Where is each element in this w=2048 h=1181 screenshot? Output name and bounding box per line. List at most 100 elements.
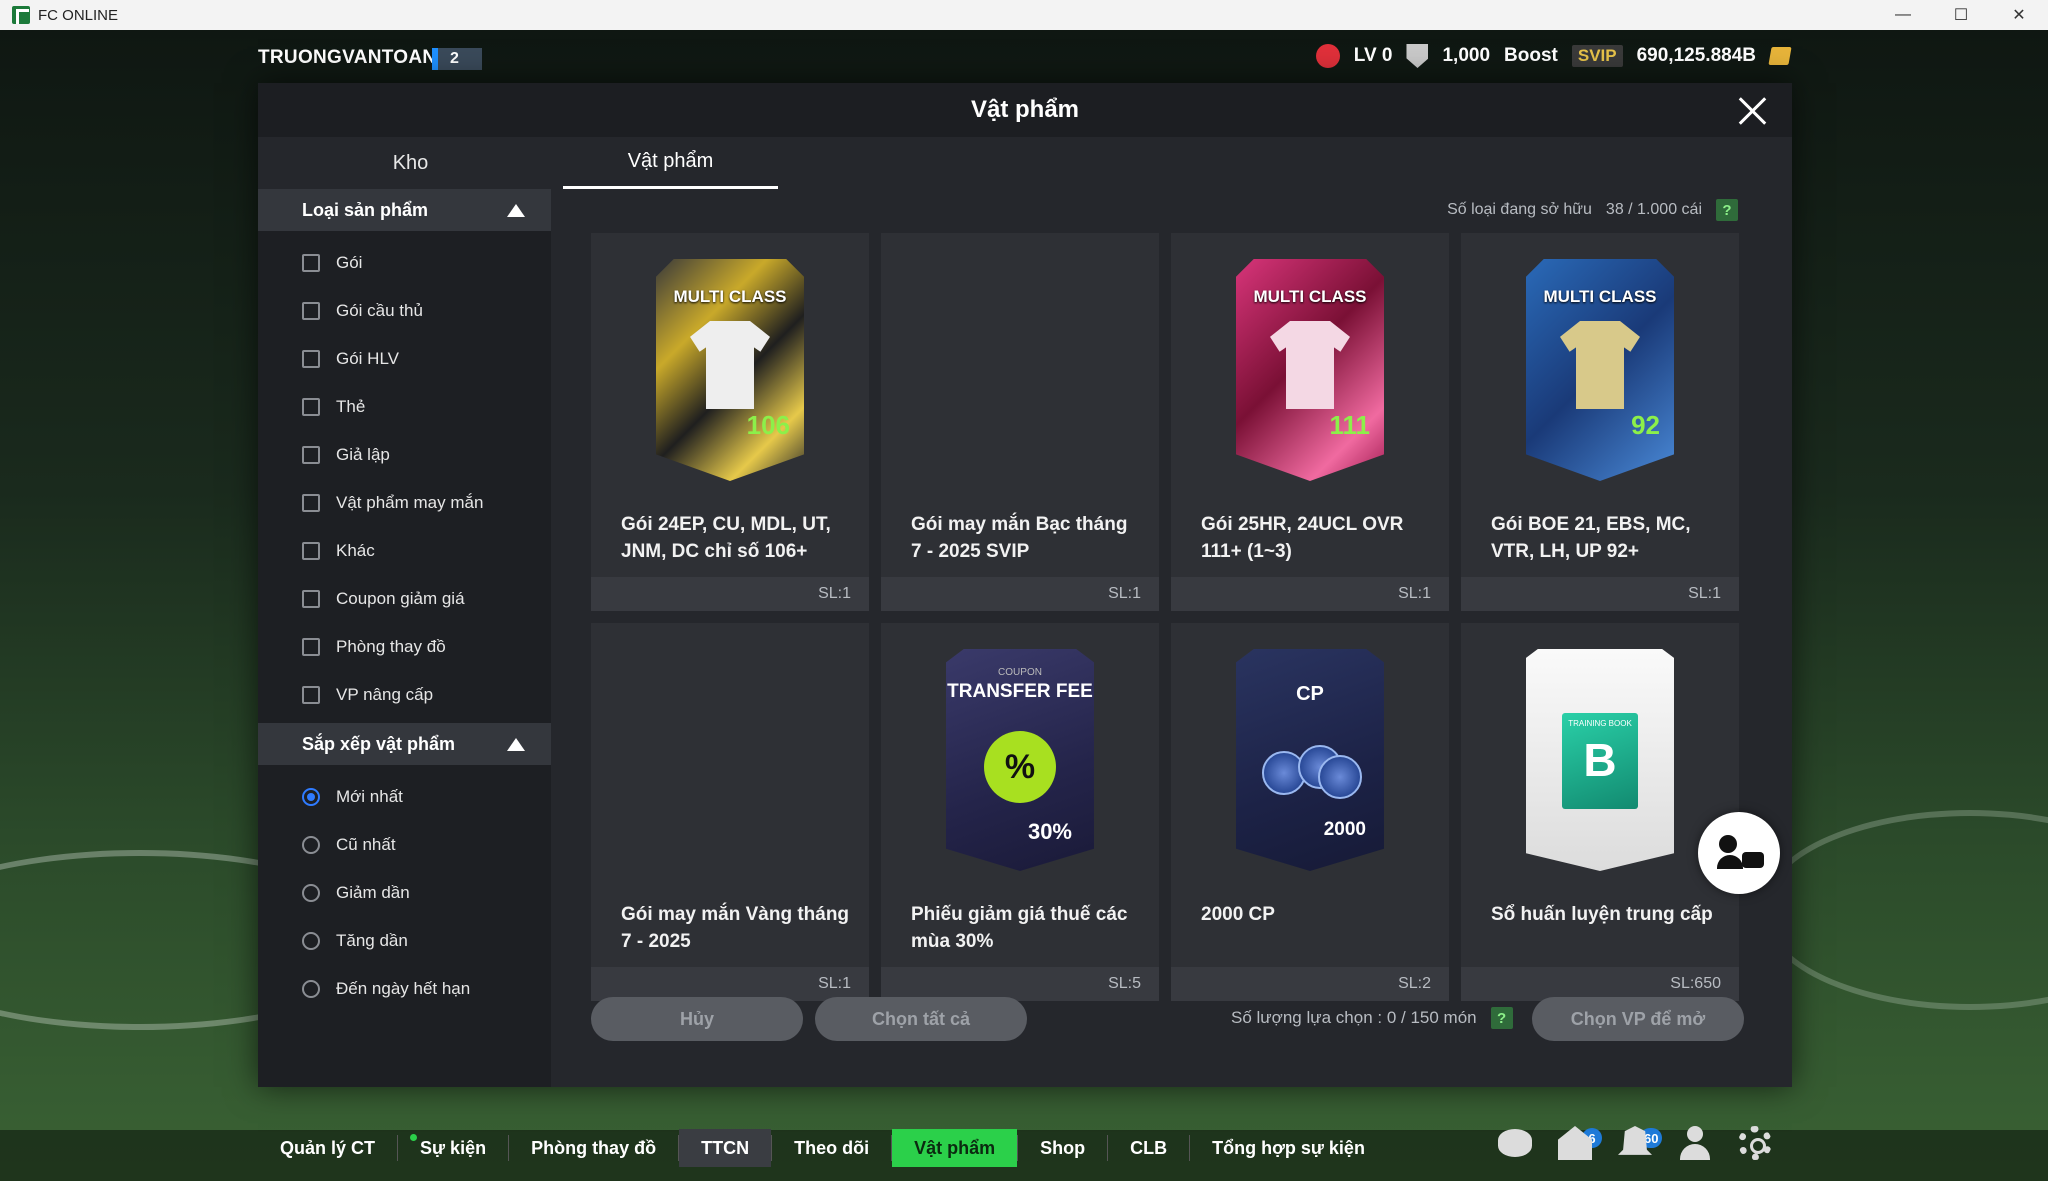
checkbox[interactable] — [302, 638, 320, 656]
minimize-button[interactable]: — — [1874, 0, 1932, 30]
select-all-button[interactable]: Chọn tất cả — [815, 997, 1027, 1041]
nav-vat-pham[interactable]: Vật phẩm — [892, 1129, 1018, 1167]
dialog-body: Kho Vật phẩm Loại sản phẩm Gói Gói cầu t… — [258, 137, 1792, 1087]
item-qty: SL:1 — [591, 967, 869, 1001]
filter-label: Vật phẩm may mắn — [336, 493, 484, 512]
bottom-navigation: Quản lý CT Sự kiện Phòng thay đồ TTCN Th… — [258, 1120, 1792, 1176]
checkbox[interactable] — [302, 494, 320, 512]
filter-the[interactable]: Thẻ — [258, 383, 551, 431]
help-icon[interactable]: ? — [1716, 199, 1738, 221]
level-icon — [1315, 44, 1340, 68]
item-art: MULTI CLASS 111 — [1236, 259, 1384, 481]
sort-newest[interactable]: Mới nhất — [258, 773, 551, 821]
collapse-triangle-icon[interactable] — [507, 738, 525, 751]
cp-card: CP 2000 — [1236, 649, 1384, 871]
nav-clb[interactable]: CLB — [1108, 1129, 1189, 1167]
filter-label: Phòng thay đồ — [336, 637, 446, 656]
filter-coupon[interactable]: Coupon giảm giá — [258, 575, 551, 623]
cancel-button[interactable]: Hủy — [591, 997, 803, 1041]
nav-phong-thay-do[interactable]: Phòng thay đồ — [509, 1129, 678, 1167]
filter-goi-cau-thu[interactable]: Gói cầu thủ — [258, 287, 551, 335]
filter-khac[interactable]: Khác — [258, 527, 551, 575]
sort-descending[interactable]: Giảm dần — [258, 869, 551, 917]
sort-header[interactable]: Sắp xếp vật phẩm — [258, 723, 551, 765]
radio[interactable] — [302, 932, 320, 950]
item-card[interactable]: MULTI CLASS 92 Gói BOE 21, EBS, MC, VTR,… — [1461, 233, 1739, 611]
item-art: MULTI CLASS 106 — [656, 259, 804, 481]
checkbox[interactable] — [302, 446, 320, 464]
product-type-list: Gói Gói cầu thủ Gói HLV Thẻ Giả lập Vật … — [258, 231, 551, 723]
filter-goi[interactable]: Gói — [258, 239, 551, 287]
radio[interactable] — [302, 884, 320, 902]
nav-theo-doi[interactable]: Theo dõi — [772, 1129, 891, 1167]
bell-icon[interactable] — [1618, 1126, 1652, 1155]
nav-quan-ly-ct[interactable]: Quản lý CT — [258, 1129, 397, 1167]
checkbox[interactable] — [302, 350, 320, 368]
radio[interactable] — [302, 836, 320, 854]
home-icon[interactable] — [1558, 1126, 1592, 1160]
filter-label: Coupon giảm giá — [336, 589, 465, 608]
checkbox[interactable] — [302, 302, 320, 320]
chat-icon[interactable] — [1498, 1129, 1532, 1157]
filter-goi-hlv[interactable]: Gói HLV — [258, 335, 551, 383]
filter-gia-lap[interactable]: Giả lập — [258, 431, 551, 479]
percent-icon: % — [984, 731, 1056, 803]
checkbox[interactable] — [302, 398, 320, 416]
product-type-header[interactable]: Loại sản phẩm — [258, 189, 551, 231]
nav-ttcn[interactable]: TTCN — [679, 1129, 772, 1167]
radio[interactable] — [302, 980, 320, 998]
coupon-label: TRANSFER FEE — [947, 681, 1093, 702]
owned-value: 38 / 1.000 cái — [1605, 201, 1702, 218]
item-card[interactable]: Gói may mắn Bạc tháng 7 - 2025 SVIP SL:1 — [881, 233, 1159, 611]
filter-phong-thay-do[interactable]: Phòng thay đồ — [258, 623, 551, 671]
card-ovr: 111 — [1329, 410, 1370, 440]
window-close-button[interactable]: ✕ — [1990, 0, 2048, 30]
tab-kho[interactable]: Kho — [258, 137, 563, 189]
tab-vat-pham[interactable]: Vật phẩm — [563, 137, 778, 189]
chat-bubble-icon — [1742, 852, 1764, 868]
collapse-triangle-icon[interactable] — [507, 204, 525, 217]
item-card[interactable]: Gói may mắn Vàng tháng 7 - 2025 SL:1 — [591, 623, 869, 1001]
nav-icon-group — [1498, 1126, 1772, 1160]
nav-label: Sự kiện — [420, 1137, 487, 1158]
coin-icon — [1768, 47, 1792, 65]
help-icon[interactable]: ? — [1490, 1007, 1513, 1029]
coupon-discount: 30% — [1027, 819, 1072, 844]
multiclass-card-blue: MULTI CLASS 92 — [1526, 259, 1674, 481]
checkbox[interactable] — [302, 590, 320, 608]
profile-icon[interactable] — [1678, 1126, 1712, 1160]
sort-ascending[interactable]: Tăng dần — [258, 917, 551, 965]
item-name: Phiếu giảm giá thuế các mùa 30% — [911, 904, 1128, 952]
coins-icon — [1258, 741, 1362, 799]
coin-value: 690,125.884B — [1636, 45, 1756, 66]
radio-selected[interactable] — [302, 788, 320, 806]
item-card[interactable]: TRAINING BOOK B Sổ huấn luyện trung cấp … — [1461, 623, 1739, 1001]
maximize-button[interactable]: ☐ — [1932, 0, 1990, 30]
item-card[interactable]: COUPON TRANSFER FEE % 30% Phiếu giảm giá… — [881, 623, 1159, 1001]
item-card[interactable]: CP 2000 2000 CP SL:2 — [1171, 623, 1449, 1001]
currency-stats: LV 0 1,000 Boost SVIP 690,125.884B — [1315, 44, 1792, 68]
nav-tong-hop-su-kien[interactable]: Tổng hợp sự kiện — [1190, 1129, 1387, 1167]
sort-oldest[interactable]: Cũ nhất — [258, 821, 551, 869]
sort-expiry[interactable]: Đến ngày hết hạn — [258, 965, 551, 1013]
checkbox[interactable] — [302, 686, 320, 704]
filter-vp-nang-cap[interactable]: VP nâng cấp — [258, 671, 551, 719]
support-chat-button[interactable] — [1698, 812, 1780, 894]
training-book-card: TRAINING BOOK B — [1526, 649, 1674, 871]
nav-shop[interactable]: Shop — [1018, 1129, 1107, 1167]
item-card[interactable]: MULTI CLASS 106 Gói 24EP, CU, MDL, UT, J… — [591, 233, 869, 611]
item-card[interactable]: MULTI CLASS 111 Gói 25HR, 24UCL OVR 111+… — [1171, 233, 1449, 611]
transfer-fee-coupon: COUPON TRANSFER FEE % 30% — [946, 649, 1094, 871]
section-title: Sắp xếp vật phẩm — [302, 733, 456, 754]
close-icon[interactable] — [1734, 91, 1772, 129]
action-bar: Hủy Chọn tất cả Số lượng lựa chọn : 0 / … — [591, 997, 1744, 1043]
checkbox[interactable] — [302, 254, 320, 272]
gear-icon[interactable] — [1738, 1126, 1772, 1160]
filter-vat-pham-may-man[interactable]: Vật phẩm may mắn — [258, 479, 551, 527]
nav-su-kien[interactable]: Sự kiện — [398, 1129, 508, 1167]
multiclass-card-gold: MULTI CLASS 106 — [656, 259, 804, 481]
dialog-header: Vật phẩm — [258, 83, 1792, 137]
checkbox[interactable] — [302, 542, 320, 560]
item-art: CP 2000 — [1236, 649, 1384, 871]
open-items-button[interactable]: Chọn VP để mở — [1532, 997, 1744, 1041]
